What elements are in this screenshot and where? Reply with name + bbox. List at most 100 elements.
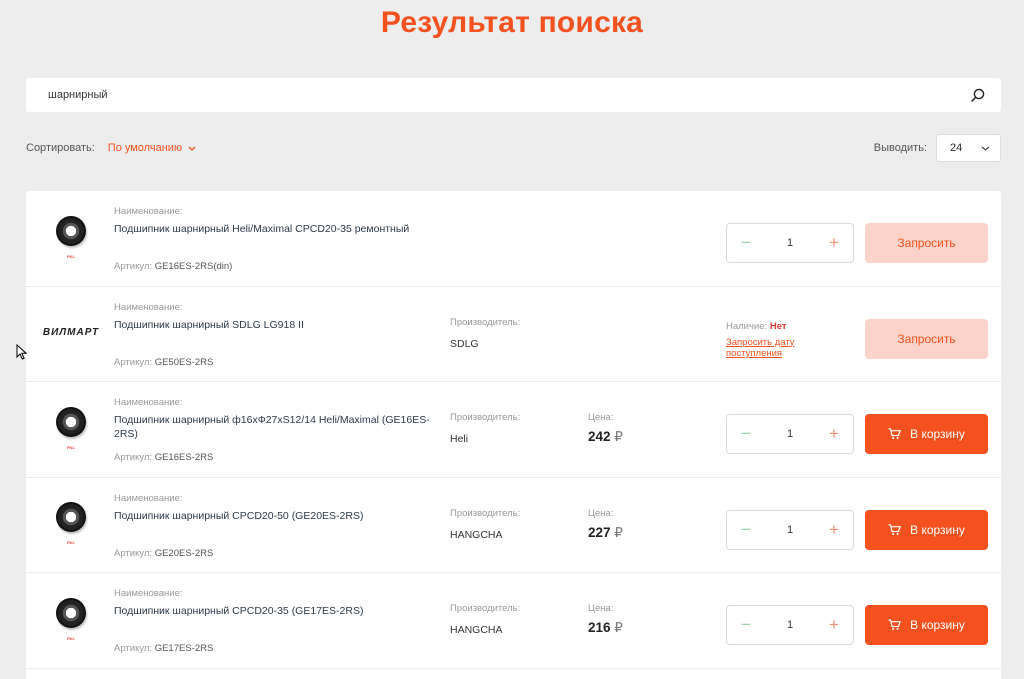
vilmart-logo: ВИЛМАРТ [42, 327, 100, 338]
quantity-input[interactable] [775, 619, 805, 631]
product-name-link[interactable]: Подшипник шарнирный CPCD20-35 (GE17ES-2R… [114, 604, 444, 618]
manufacturer-label: Производитель: [450, 412, 521, 423]
currency-sign: ₽ [614, 524, 623, 540]
article-value: GE17ES-2RS [154, 643, 214, 654]
add-to-cart-label: В корзину [910, 522, 965, 537]
chevron-down-icon [981, 146, 990, 151]
quantity-input[interactable] [775, 237, 805, 249]
add-to-cart-button[interactable]: В корзину [865, 605, 988, 645]
article: Артикул: GE20ES-2RS [114, 548, 213, 559]
price-label: Цена: [588, 412, 614, 423]
article: Артикул: GE50ES-2RS [114, 357, 213, 368]
quantity-stepper: − + [726, 605, 854, 645]
display-count-selected: 24 [950, 142, 963, 154]
quantity-input[interactable] [775, 523, 805, 536]
article-label: Артикул: [114, 356, 153, 368]
product-row: FKL Наименование: Подшипник шарнирный CP… [26, 573, 1001, 669]
article-label: Артикул: [114, 643, 153, 654]
article-label: Артикул: [114, 452, 153, 463]
product-name-link[interactable]: Подшипник шарнирный ф16хФ27хS12/14 Heli/… [114, 413, 444, 441]
sort-dropdown[interactable]: По умолчанию [108, 142, 196, 154]
search-input[interactable] [48, 89, 969, 101]
mouse-cursor-icon [16, 344, 27, 360]
request-arrival-date-link[interactable]: Запросить дату поступления [726, 337, 836, 360]
article-value: GE50ES-2RS [154, 356, 214, 368]
brand-mark: FKL [67, 253, 75, 259]
manufacturer-label: Производитель: [450, 316, 521, 328]
article: Артикул: GE16ES-2RS(din) [114, 261, 232, 272]
add-to-cart-label: В корзину [910, 618, 965, 632]
product-image[interactable]: ВИЛМАРТ [40, 302, 102, 364]
decrease-button[interactable]: − [739, 520, 753, 540]
manufacturer-value: Heli [450, 433, 469, 445]
product-name-link[interactable]: Подшипник шарнирный Heli/Maximal CPCD20-… [114, 222, 444, 236]
product-image[interactable]: FKL [40, 206, 102, 268]
quantity-stepper: − + [726, 414, 854, 454]
article-value: GE16ES-2RS(din) [154, 261, 233, 272]
search-button[interactable] [969, 86, 987, 104]
sort-label: Сортировать: [26, 142, 95, 154]
search-bar [26, 78, 1001, 112]
cart-icon [888, 523, 902, 535]
quantity-input[interactable] [775, 428, 805, 440]
brand-mark: FKL [67, 540, 75, 545]
quantity-stepper: − + [726, 223, 854, 263]
manufacturer-value: SDLG [450, 337, 479, 350]
brand-mark: FKL [67, 444, 75, 450]
price-amount: 242 [588, 429, 611, 444]
quantity-stepper: − + [726, 509, 854, 550]
product-row: ВИЛМАРТ Наименование: Подшипник шарнирны… [26, 287, 1001, 382]
add-to-cart-button[interactable]: В корзину [865, 414, 988, 454]
bearing-image [56, 502, 86, 532]
manufacturer-value: HANGCHA [450, 528, 503, 541]
product-image[interactable]: FKL [40, 588, 102, 650]
cart-icon [888, 428, 902, 439]
increase-button[interactable]: + [827, 520, 841, 540]
price-label: Цена: [588, 603, 614, 614]
display-count-dropdown[interactable]: 24 [936, 134, 1001, 162]
chevron-down-icon [188, 146, 196, 151]
increase-button[interactable]: + [827, 615, 841, 635]
page-title: Результат поиска [380, 6, 644, 39]
bearing-image [56, 406, 86, 437]
sort-selected: По умолчанию [107, 142, 183, 154]
article: Артикул: GE16ES-2RS [114, 452, 213, 463]
display-label: Выводить: [873, 142, 927, 154]
increase-button[interactable]: + [827, 233, 841, 253]
manufacturer-value: HANGCHA [450, 624, 503, 636]
price-label: Цена: [588, 507, 614, 519]
increase-button[interactable]: + [827, 424, 841, 444]
name-label: Наименование: [114, 206, 183, 217]
manufacturer-label: Производитель: [450, 603, 521, 614]
price-amount: 216 [588, 620, 611, 635]
request-button[interactable]: Запросить [865, 223, 988, 263]
decrease-button[interactable]: − [739, 233, 753, 253]
add-to-cart-label: В корзину [910, 427, 965, 441]
article-value: GE20ES-2RS [154, 547, 214, 559]
decrease-button[interactable]: − [739, 615, 753, 635]
availability: Наличие: Нет [726, 321, 787, 332]
product-row: FKL Наименование: Подшипник шарнирный ф1… [26, 382, 1001, 478]
brand-mark: FKL [67, 635, 75, 641]
availability-label: Наличие: [726, 320, 768, 332]
bearing-image [56, 597, 86, 628]
product-name-link[interactable]: Подшипник шарнирный SDLG LG918 II [114, 318, 444, 332]
article-value: GE16ES-2RS [154, 452, 214, 463]
add-to-cart-button[interactable]: В корзину [865, 509, 988, 550]
price-value: 242 ₽ [588, 429, 623, 445]
name-label: Наименование: [114, 301, 183, 313]
product-image[interactable]: FKL [40, 397, 102, 459]
toolbar: Сортировать: По умолчанию Выводить: 24 [26, 134, 1001, 162]
request-button[interactable]: Запросить [865, 318, 988, 359]
price-value: 216 ₽ [588, 620, 623, 636]
manufacturer-label: Производитель: [450, 507, 521, 519]
article-label: Артикул: [114, 261, 153, 272]
decrease-button[interactable]: − [739, 424, 753, 444]
product-name-link[interactable]: Подшипник шарнирный CPCD20-50 (GE20ES-2R… [114, 509, 444, 523]
currency-sign: ₽ [614, 620, 623, 635]
product-image[interactable]: FKL [40, 493, 102, 555]
article: Артикул: GE17ES-2RS [114, 643, 213, 654]
availability-value: Нет [769, 320, 787, 332]
article-label: Артикул: [114, 547, 153, 559]
name-label: Наименование: [114, 492, 183, 504]
